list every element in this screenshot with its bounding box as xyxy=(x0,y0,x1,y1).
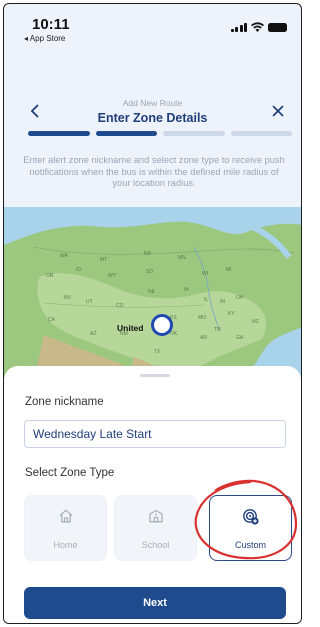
state-label: CO xyxy=(116,303,124,309)
status-icons xyxy=(230,22,287,32)
close-button[interactable] xyxy=(267,100,289,122)
state-label: MT xyxy=(100,257,108,263)
back-to-app-store[interactable]: ◂ App Store xyxy=(24,34,65,43)
next-button[interactable]: Next xyxy=(24,587,286,619)
state-label: TX xyxy=(154,349,161,355)
state-label: IN xyxy=(220,299,225,305)
state-label: GA xyxy=(236,335,244,341)
state-label: OK xyxy=(170,331,178,337)
state-label: TN xyxy=(214,327,221,333)
page-header: Add New Route Enter Zone Details xyxy=(4,94,301,134)
map-view[interactable]: WA MT ND MN OR ID WY SD WI MI NV UT CO N… xyxy=(4,207,301,379)
signal-icon xyxy=(230,23,247,32)
zone-type-home[interactable]: Home xyxy=(24,495,107,561)
progress-step-4 xyxy=(230,131,292,136)
state-label: MI xyxy=(226,267,232,273)
zone-type-label-home: Home xyxy=(53,540,78,550)
nickname-label: Zone nickname xyxy=(25,396,104,408)
state-label: NE xyxy=(148,289,155,295)
step-progress xyxy=(28,131,292,136)
state-label: WI xyxy=(202,271,209,277)
state-label: AR xyxy=(200,335,207,341)
sheet-handle[interactable] xyxy=(140,374,170,377)
state-label: MO xyxy=(198,315,207,321)
zone-type-label: Select Zone Type xyxy=(25,467,115,479)
home-icon xyxy=(59,509,72,523)
map-country-label: United xyxy=(117,323,144,333)
state-label: NC xyxy=(252,319,260,325)
state-label: WA xyxy=(60,253,68,259)
state-label: AZ xyxy=(90,331,97,337)
state-label: OH xyxy=(236,295,244,301)
state-label: SD xyxy=(146,269,153,275)
state-label: ND xyxy=(144,251,152,257)
state-label: IL xyxy=(204,297,209,303)
state-label: UT xyxy=(86,299,93,305)
red-circle-annotation xyxy=(194,479,298,560)
state-label: IA xyxy=(184,287,189,293)
state-label: CA xyxy=(48,317,55,323)
state-label: WY xyxy=(108,273,117,279)
state-label: NV xyxy=(64,295,71,301)
progress-step-1 xyxy=(28,131,90,136)
zone-type-school[interactable]: School xyxy=(114,495,197,561)
state-label: ID xyxy=(76,267,81,273)
page-title: Enter Zone Details xyxy=(97,111,208,125)
state-label: MN xyxy=(178,255,186,261)
state-label: KY xyxy=(228,311,235,317)
intro-text: Enter alert zone nickname and select zon… xyxy=(23,155,285,188)
status-bar: 10:11 ◂ App Store xyxy=(4,4,301,48)
battery-icon xyxy=(268,23,287,32)
location-pin-icon[interactable] xyxy=(151,314,173,336)
header-subtitle: Add New Route xyxy=(122,98,183,108)
close-icon xyxy=(272,105,284,117)
status-time: 10:11 xyxy=(32,16,70,33)
state-label: OR xyxy=(46,273,54,279)
nickname-input[interactable] xyxy=(24,420,286,448)
progress-step-3 xyxy=(163,131,225,136)
school-icon xyxy=(148,509,163,523)
zone-type-label-school: School xyxy=(141,540,170,550)
progress-step-2 xyxy=(95,131,157,136)
wifi-icon xyxy=(251,22,264,32)
